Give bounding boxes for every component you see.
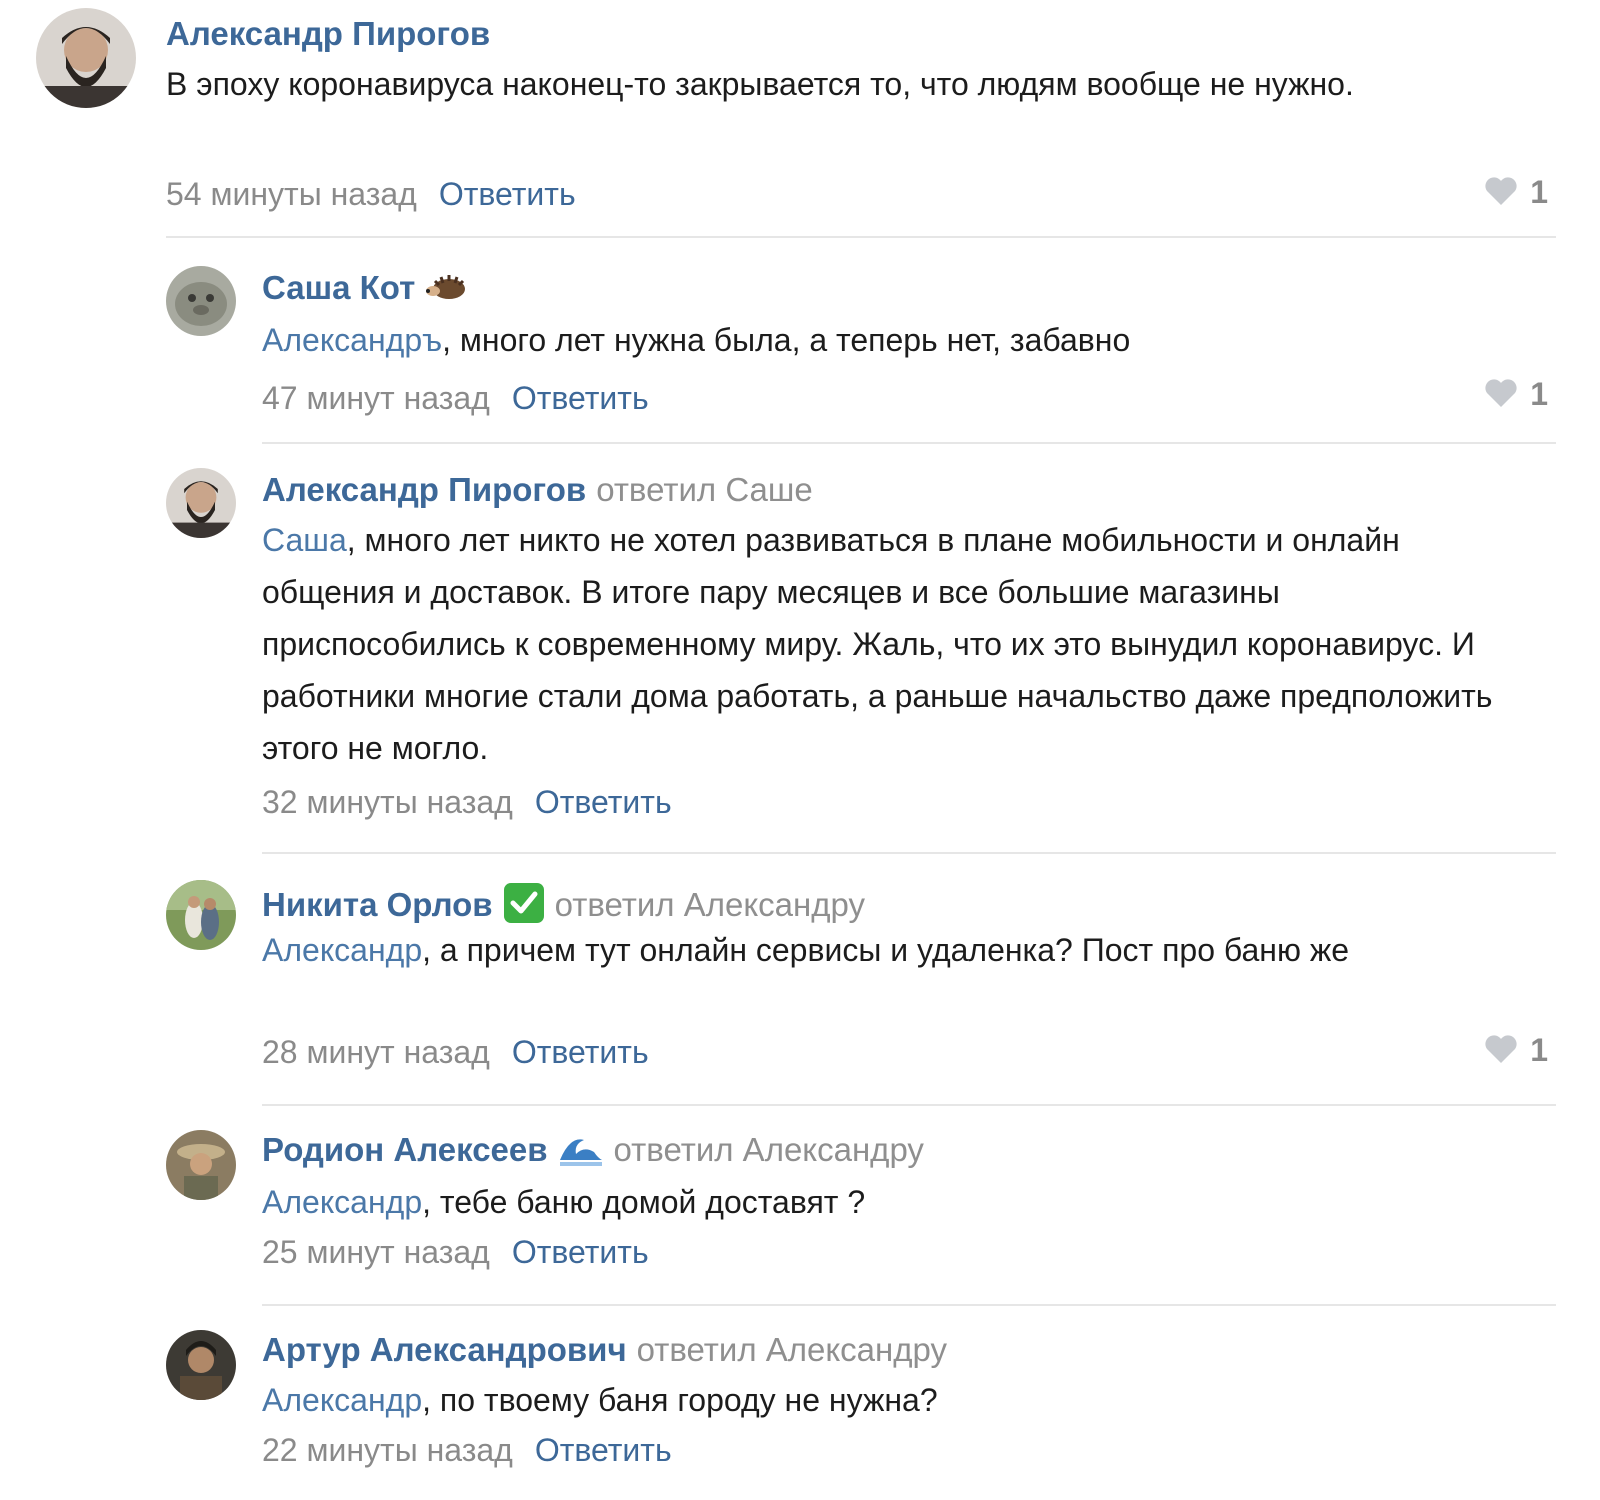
comment-meta: 47 минут назад Ответить bbox=[262, 378, 649, 418]
replied-to[interactable]: ответил Александру bbox=[614, 1131, 924, 1168]
comment-text: Александръ, много лет нужна была, а тепе… bbox=[262, 314, 1552, 366]
avatar[interactable] bbox=[166, 1130, 236, 1200]
author-name[interactable]: Александр Пирогов bbox=[166, 15, 490, 52]
comment-body: , а причем тут онлайн сервисы и удаленка… bbox=[422, 932, 1350, 968]
like-count: 1 bbox=[1530, 174, 1548, 210]
comment-text: Александр, тебе баню домой доставят ? bbox=[262, 1176, 1542, 1228]
comment: Родион Алексеев ответил Александру Алекса… bbox=[0, 1106, 1600, 1306]
reply-button[interactable]: Ответить bbox=[535, 1432, 672, 1468]
author-line: Саша Кот bbox=[262, 268, 469, 310]
author-line: Родион Алексеев ответил Александру bbox=[262, 1130, 924, 1175]
comment: Александр Пирогов ответил Саше Саша, мног… bbox=[0, 444, 1600, 854]
avatar[interactable] bbox=[166, 468, 236, 538]
heart-icon bbox=[1484, 377, 1518, 417]
author-line: Александр Пирогов bbox=[166, 14, 490, 54]
timestamp[interactable]: 22 минуты назад bbox=[262, 1432, 513, 1468]
heart-icon bbox=[1484, 1033, 1518, 1073]
reply-button[interactable]: Ответить bbox=[535, 784, 672, 820]
reply-button[interactable]: Ответить bbox=[512, 380, 649, 416]
avatar[interactable] bbox=[166, 880, 236, 950]
author-name[interactable]: Александр Пирогов bbox=[262, 471, 586, 508]
comment-text: Саша, много лет никто не хотел развивать… bbox=[262, 514, 1532, 774]
like-count: 1 bbox=[1530, 376, 1548, 412]
timestamp[interactable]: 25 минут назад bbox=[262, 1234, 490, 1270]
author-name[interactable]: Саша Кот bbox=[262, 269, 415, 306]
author-name[interactable]: Артур Александрович bbox=[262, 1331, 627, 1368]
comment: Никита Орлов ответил Александру Александр… bbox=[0, 854, 1600, 1104]
comment-meta: 54 минуты назад Ответить bbox=[166, 174, 576, 214]
author-name[interactable]: Родион Алексеев bbox=[262, 1131, 548, 1168]
avatar[interactable] bbox=[166, 266, 236, 336]
mention-link[interactable]: Александр bbox=[262, 1382, 422, 1418]
reply-button[interactable]: Ответить bbox=[512, 1034, 649, 1070]
mention-link[interactable]: Саша bbox=[262, 522, 347, 558]
author-line: Артур Александрович ответил Александру bbox=[262, 1330, 947, 1370]
avatar[interactable] bbox=[166, 1330, 236, 1400]
timestamp[interactable]: 47 минут назад bbox=[262, 380, 490, 416]
divider bbox=[166, 236, 1556, 238]
mention-link[interactable]: Александръ bbox=[262, 322, 442, 358]
heart-icon bbox=[1484, 175, 1518, 215]
like-button[interactable]: 1 bbox=[1484, 1030, 1548, 1073]
comment-body: , тебе баню домой доставят ? bbox=[422, 1184, 866, 1220]
timestamp[interactable]: 54 минуты назад bbox=[166, 176, 417, 212]
reply-button[interactable]: Ответить bbox=[512, 1234, 649, 1270]
mention-link[interactable]: Александр bbox=[262, 1184, 422, 1220]
replied-to[interactable]: ответил Александру bbox=[637, 1331, 947, 1368]
comment-body: , по твоему баня городу не нужна? bbox=[422, 1382, 938, 1418]
reply-button[interactable]: Ответить bbox=[439, 176, 576, 212]
comment-body: , много лет никто не хотел развиваться в… bbox=[262, 522, 1493, 766]
comment-meta: 25 минут назад Ответить bbox=[262, 1232, 649, 1272]
wave-icon bbox=[558, 1130, 604, 1175]
timestamp[interactable]: 32 минуты назад bbox=[262, 784, 513, 820]
comment-body: В эпоху коронавируса наконец-то закрывае… bbox=[166, 66, 1354, 102]
timestamp[interactable]: 28 минут назад bbox=[262, 1034, 490, 1070]
avatar[interactable] bbox=[36, 8, 136, 108]
mention-link[interactable]: Александр bbox=[262, 932, 422, 968]
hedgehog-icon bbox=[425, 270, 469, 310]
comment-body: , много лет нужна была, а теперь нет, за… bbox=[442, 322, 1131, 358]
replied-to[interactable]: ответил Александру bbox=[555, 886, 865, 923]
like-button[interactable]: 1 bbox=[1484, 172, 1548, 215]
comment-text: Александр, по твоему баня городу не нужн… bbox=[262, 1374, 1542, 1426]
like-button[interactable]: 1 bbox=[1484, 374, 1548, 417]
author-name[interactable]: Никита Орлов bbox=[262, 886, 493, 923]
comment-text: В эпоху коронавируса наконец-то закрывае… bbox=[166, 58, 1496, 110]
comment: Саша Кот Александръ, много лет нужна был… bbox=[0, 240, 1600, 440]
like-count: 1 bbox=[1530, 1032, 1548, 1068]
comment-meta: 32 минуты назад Ответить bbox=[262, 782, 672, 822]
comment-text: Александр, а причем тут онлайн сервисы и… bbox=[262, 924, 1542, 976]
comment-meta: 22 минуты назад Ответить bbox=[262, 1430, 672, 1470]
comment: Артур Александрович ответил Александру Ал… bbox=[0, 1306, 1600, 1500]
replied-to[interactable]: ответил Саше bbox=[596, 471, 813, 508]
comment: Александр Пирогов В эпоху коронавируса н… bbox=[0, 0, 1600, 240]
author-line: Александр Пирогов ответил Саше bbox=[262, 470, 813, 510]
comment-meta: 28 минут назад Ответить bbox=[262, 1032, 649, 1072]
